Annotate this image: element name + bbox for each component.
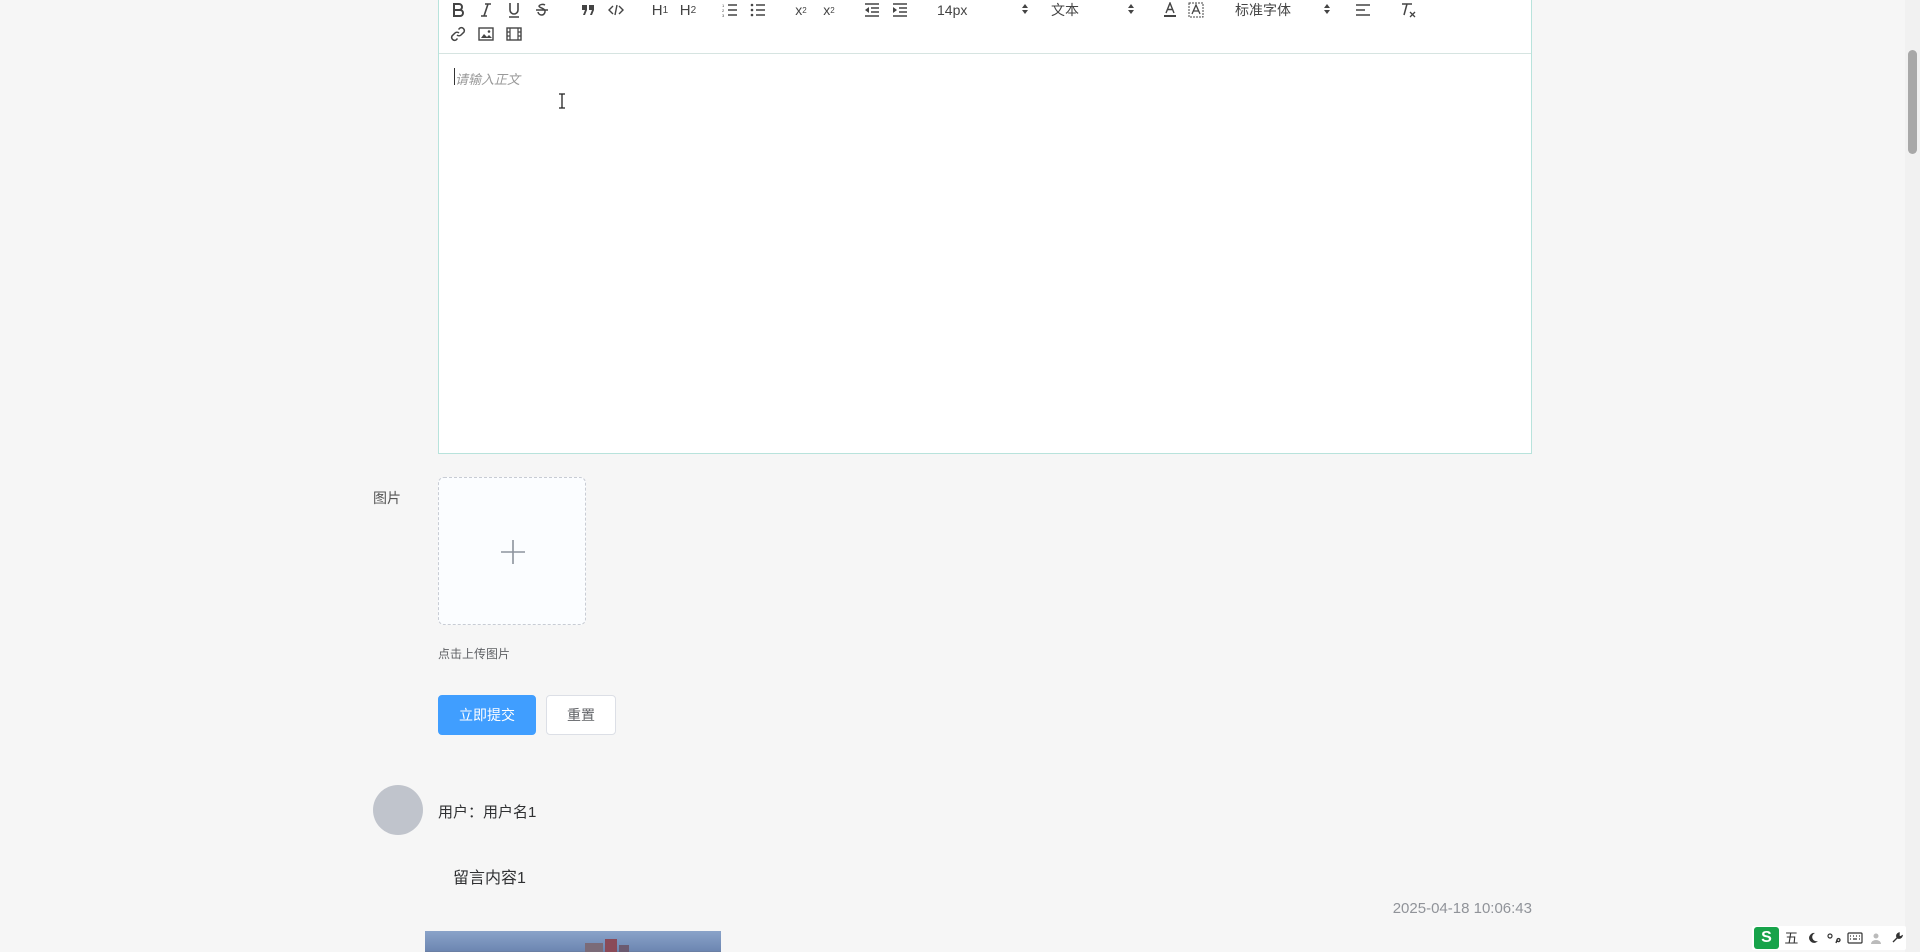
avatar [373,785,423,835]
upload-tip: 点击上传图片 [438,647,511,661]
ibeam-cursor-icon [559,93,565,109]
scrollbar-thumb[interactable] [1908,50,1917,154]
ordered-list-icon[interactable]: 123 [721,0,739,20]
moon-icon[interactable] [1804,929,1821,947]
editor-content-area[interactable]: 请输入正文 [439,54,1531,453]
plus-icon [501,540,525,564]
punctuation-icon[interactable] [1825,929,1842,947]
clear-format-icon[interactable] [1399,0,1417,20]
font-family-picker[interactable]: 标准字体 [1235,0,1331,20]
heading-2-icon[interactable]: H2 [677,0,699,20]
user-icon[interactable] [1868,929,1885,947]
video-icon[interactable] [505,24,523,44]
building-photo-icon [425,931,721,952]
bold-icon[interactable] [449,0,467,20]
editor-placeholder: 请输入正文 [455,72,521,87]
strikethrough-icon[interactable] [533,0,551,20]
font-size-value: 14px [937,2,968,18]
submit-button[interactable]: 立即提交 [438,695,536,735]
italic-icon[interactable] [477,0,495,20]
picker-arrows-icon [1022,4,1028,14]
ime-toolbar: S 五 [1752,926,1906,950]
code-block-icon[interactable] [607,0,625,20]
comment-timestamp: 2025-04-18 10:06:43 [1392,900,1532,917]
comment-image[interactable] [425,931,721,952]
sogou-logo-icon[interactable]: S [1754,927,1779,949]
header-value: 文本 [1051,2,1079,18]
bullet-list-icon[interactable] [749,0,767,20]
header-picker[interactable]: 文本 [1051,0,1135,20]
superscript-icon[interactable]: x2 [819,0,839,20]
comment-content: 留言内容1 [453,870,526,887]
indent-icon[interactable] [891,0,909,20]
underline-icon[interactable] [505,0,523,20]
outdent-icon[interactable] [863,0,881,20]
font-color-icon[interactable] [1161,0,1179,20]
page: H1 H2 123 x2 x2 14px 文本 标准字体 请输入正文 图片 点击… [0,0,1920,952]
wrench-icon[interactable] [1889,929,1906,947]
image-uploader[interactable] [438,477,586,625]
image-field-label: 图片 [373,490,401,506]
reset-button[interactable]: 重置 [546,695,616,735]
svg-text:3: 3 [722,13,725,17]
blockquote-icon[interactable] [579,0,597,20]
font-size-picker[interactable]: 14px [937,0,1029,20]
ime-mode[interactable]: 五 [1783,929,1800,947]
image-icon[interactable] [477,24,495,44]
keyboard-icon[interactable] [1846,929,1863,947]
heading-1-icon[interactable]: H1 [649,0,671,20]
picker-arrows-icon [1324,4,1330,14]
comment-user: 用户：用户名1 [438,804,537,821]
background-color-icon[interactable] [1187,0,1205,20]
link-icon[interactable] [449,24,467,44]
rich-text-editor: H1 H2 123 x2 x2 14px 文本 标准字体 请输入正文 [438,0,1532,454]
editor-toolbar: H1 H2 123 x2 x2 14px 文本 标准字体 [439,0,1531,54]
picker-arrows-icon [1128,4,1134,14]
subscript-icon[interactable]: x2 [791,0,811,20]
font-family-value: 标准字体 [1235,2,1291,18]
align-icon[interactable] [1354,0,1372,20]
